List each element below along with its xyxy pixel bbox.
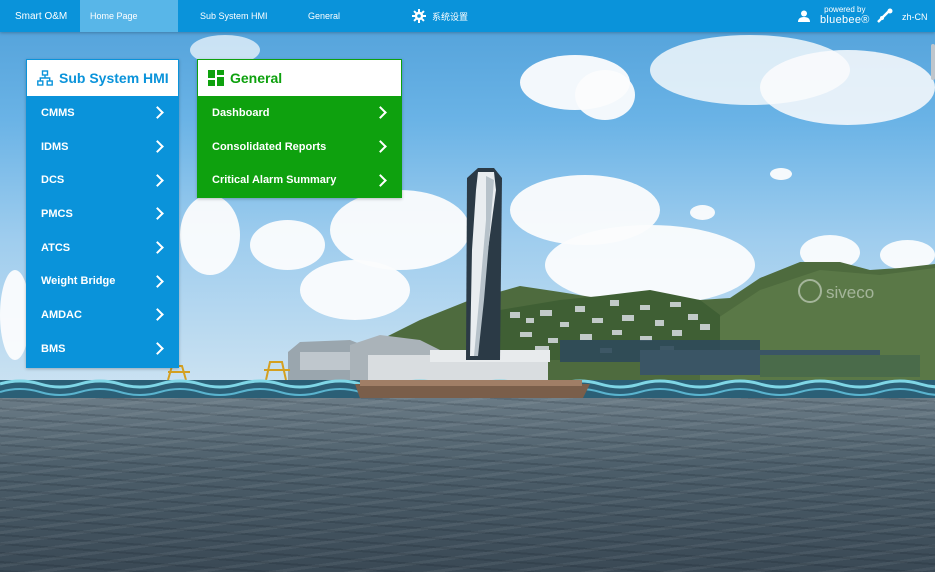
bluebee-logo-icon (877, 8, 893, 23)
chevron-right-icon (151, 140, 164, 153)
general-list: Dashboard Consolidated Reports Critical … (198, 96, 401, 197)
chevron-right-icon (151, 106, 164, 120)
chevron-right-icon (374, 173, 387, 187)
menu-item-label: IDMS (41, 140, 69, 153)
chevron-right-icon (151, 207, 164, 221)
subsystem-hmi-list: CMMS IDMS DCS PMCS ATCS Weight Bridge AM… (27, 96, 178, 367)
sitemap-icon (37, 70, 53, 86)
scrollbar-thumb[interactable] (931, 44, 935, 80)
general-title: General (230, 70, 283, 86)
menu-item-label: PMCS (41, 207, 73, 220)
subsystem-hmi-header: Sub System HMI (27, 60, 178, 96)
menu-item-amdac[interactable]: AMDAC (27, 298, 178, 332)
menu-item-atcs[interactable]: ATCS (27, 231, 178, 265)
sea (0, 398, 935, 572)
gear-icon (412, 9, 426, 23)
app-brand: Smart O&M (15, 11, 68, 22)
subsystem-hmi-title: Sub System HMI (59, 70, 169, 86)
menu-item-label: BMS (41, 342, 66, 355)
menu-item-weight-bridge[interactable]: Weight Bridge (27, 264, 178, 298)
general-panel: General Dashboard Consolidated Reports C… (197, 59, 402, 199)
nav-home-page[interactable]: Home Page (80, 0, 178, 32)
chevron-right-icon (151, 241, 164, 254)
menu-item-label: Consolidated Reports (212, 140, 327, 153)
subsystem-hmi-panel: Sub System HMI CMMS IDMS DCS PMCS ATCS W… (26, 59, 179, 368)
language-switcher[interactable]: zh-CN (902, 12, 928, 22)
system-settings-button[interactable]: 系统设置 (412, 9, 468, 23)
menu-item-label: ATCS (41, 241, 71, 254)
menu-item-consolidated-reports[interactable]: Consolidated Reports (198, 130, 401, 164)
nav-general[interactable]: General (298, 0, 350, 32)
system-settings-label: 系统设置 (432, 11, 469, 22)
menu-item-bms[interactable]: BMS (27, 332, 178, 366)
user-icon[interactable] (798, 10, 810, 22)
top-nav-bar: Smart O&M Home Page Sub System HMI Gener… (0, 0, 935, 32)
menu-item-label: Dashboard (212, 106, 270, 119)
chevron-right-icon (151, 274, 164, 288)
bluebee-brand: bluebee® (820, 14, 870, 26)
menu-item-dcs[interactable]: DCS (27, 163, 178, 197)
powered-by: powered by bluebee® (820, 4, 870, 26)
menu-item-label: Weight Bridge (41, 275, 116, 288)
menu-item-label: DCS (41, 174, 65, 187)
menu-item-cmms[interactable]: CMMS (27, 96, 178, 130)
menu-item-label: AMDAC (41, 308, 82, 321)
menu-item-pmcs[interactable]: PMCS (27, 197, 178, 231)
watermark-text: siveco (826, 283, 874, 302)
menu-item-label: CMMS (41, 106, 75, 119)
grid-icon (208, 70, 224, 86)
chevron-right-icon (151, 308, 164, 322)
chevron-right-icon (374, 106, 387, 120)
menu-item-dashboard[interactable]: Dashboard (198, 96, 401, 130)
menu-item-idms[interactable]: IDMS (27, 130, 178, 164)
menu-item-label: Critical Alarm Summary (212, 174, 337, 187)
chevron-right-icon (151, 173, 164, 187)
nav-sub-system-hmi[interactable]: Sub System HMI (190, 0, 278, 32)
chevron-right-icon (374, 140, 387, 153)
general-header: General (198, 60, 401, 96)
menu-item-critical-alarm-summary[interactable]: Critical Alarm Summary (198, 163, 401, 197)
chevron-right-icon (151, 342, 164, 356)
